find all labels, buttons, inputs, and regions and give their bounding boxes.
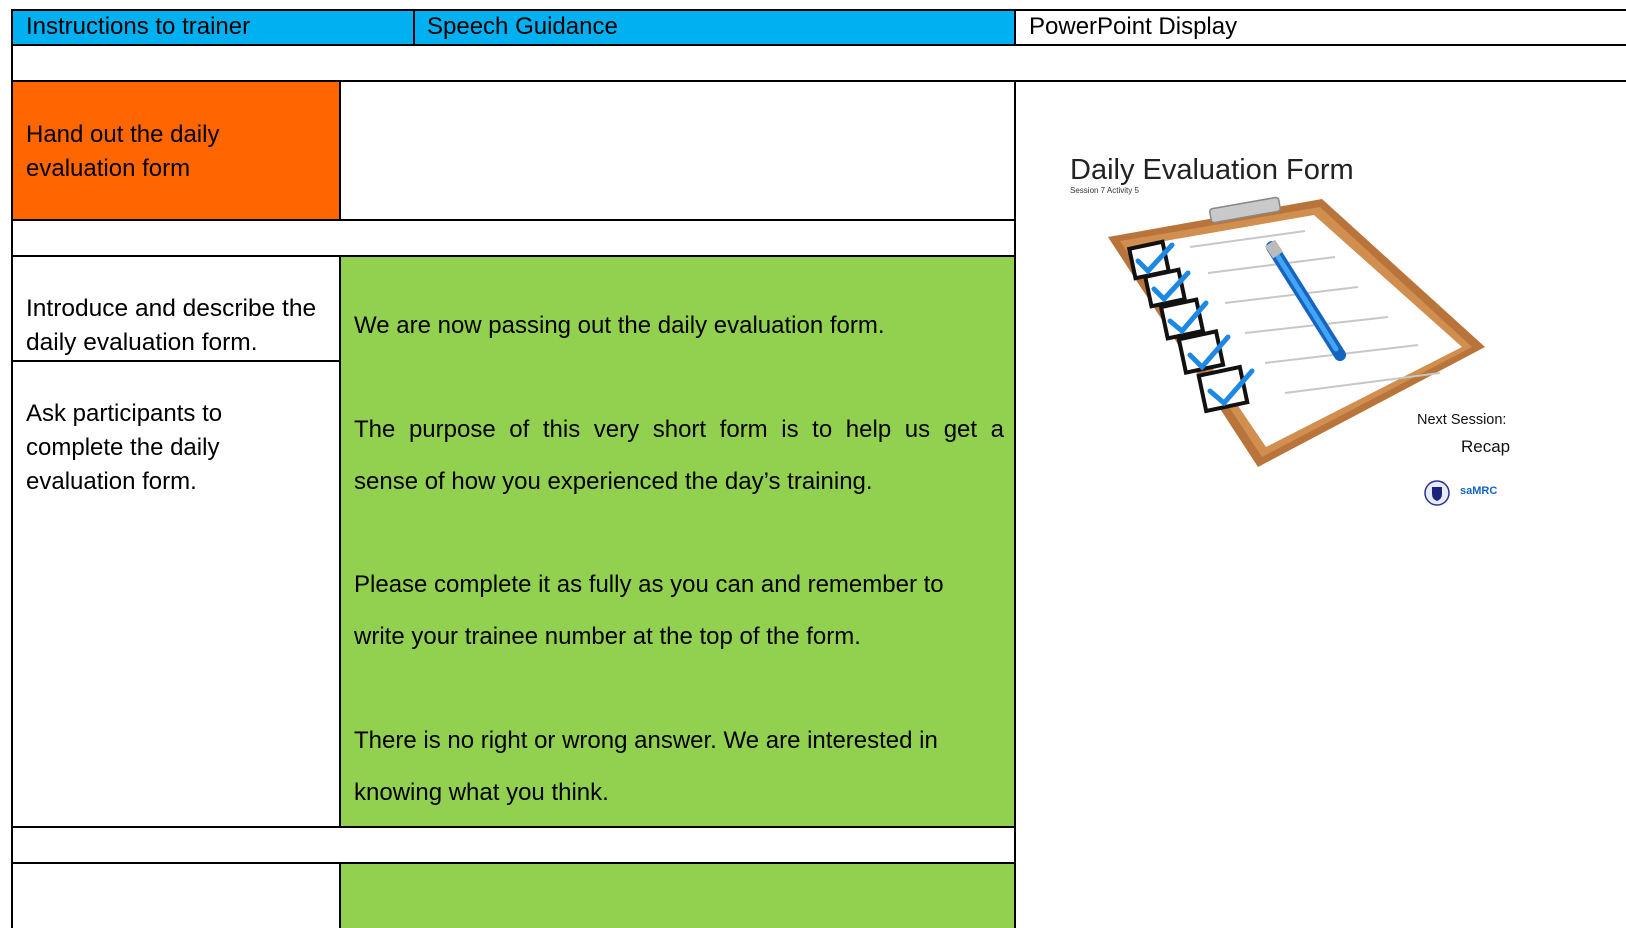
introduce-instruction: Introduce and describe the daily evaluat… (26, 295, 317, 356)
slide-next-label: Next Session: (1417, 412, 1507, 428)
header-ppt: PowerPoint Display (1029, 13, 1238, 40)
speech-line: write your trainee number at the top of … (354, 623, 861, 650)
speech-line: We are now passing out the daily evaluat… (354, 312, 885, 339)
ask-instruction: Ask participants to complete the daily e… (26, 400, 223, 495)
header-speech: Speech Guidance (427, 13, 618, 40)
speech-cell-next (340, 863, 1015, 928)
speech-line: There is no right or wrong answer. We ar… (354, 727, 938, 754)
university-crest-icon (1424, 480, 1450, 506)
speech-line: sense of how you experienced the day’s t… (354, 468, 873, 495)
speech-line: The purpose of this very short form is t… (354, 416, 1004, 443)
clipboard-checklist-icon (1108, 196, 1485, 467)
header-instructions: Instructions to trainer (26, 13, 251, 40)
speech-line: Please complete it as fully as you can a… (354, 571, 944, 598)
slide-next-value: Recap (1461, 437, 1511, 456)
handout-instruction: Hand out the daily evaluation form (26, 121, 220, 182)
speech-line: knowing what you think. (354, 779, 609, 806)
slide-title: Daily Evaluation Form (1070, 154, 1354, 186)
samrc-logo: saMRC (1460, 485, 1498, 497)
